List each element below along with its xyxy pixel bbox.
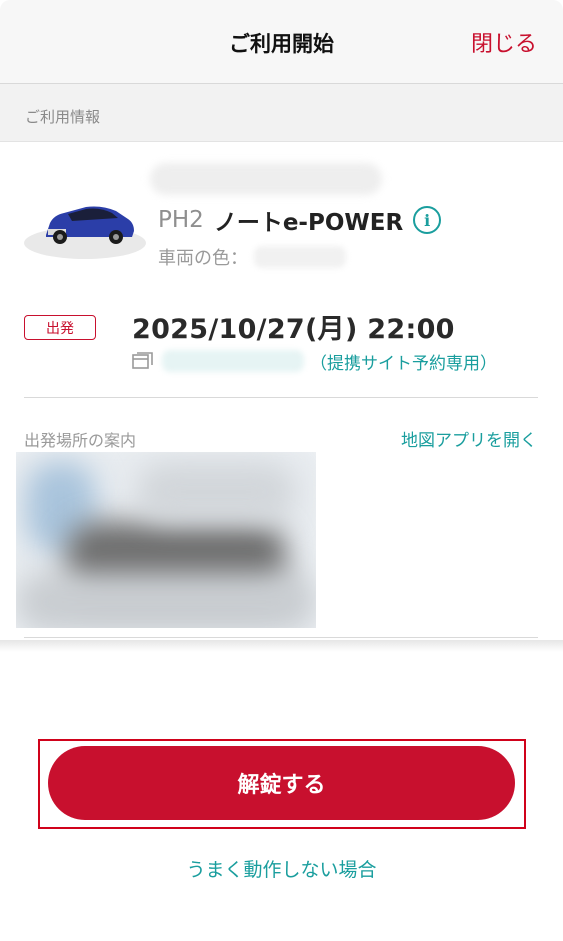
location-label: 出発場所の案内: [24, 431, 137, 450]
car-image: [24, 185, 146, 261]
unlock-button[interactable]: 解錠する: [48, 746, 515, 820]
info-icon[interactable]: i: [413, 206, 442, 234]
car-name: ノートe-POWER: [213, 210, 404, 236]
footer-shadow: [0, 640, 563, 652]
blurred-car-name: [150, 163, 382, 195]
departure-badge: 出発: [24, 315, 96, 340]
car-model: PH2 ノートe-POWER i: [158, 203, 442, 237]
car-color-label: 車両の色：: [158, 248, 248, 269]
section-header: ご利用情報: [0, 84, 563, 142]
section-label: ご利用情報: [25, 108, 101, 126]
car-color: 車両の色：: [158, 244, 346, 270]
location-photo: [16, 452, 316, 628]
document-icon: [132, 352, 154, 370]
blurred-car-color: [254, 246, 346, 268]
open-map-link[interactable]: 地図アプリを開く: [401, 426, 537, 451]
help-link[interactable]: うまく動作しない場合: [0, 855, 563, 882]
divider: [24, 637, 538, 638]
blurred-reservation-link[interactable]: [162, 350, 304, 372]
site-note: （提携サイト予約専用）: [310, 353, 497, 374]
reservation-site-row: （提携サイト予約専用）: [132, 348, 497, 374]
divider: [24, 397, 538, 398]
close-button[interactable]: 閉じる: [471, 26, 537, 58]
car-code: PH2: [158, 207, 204, 233]
modal-header: ご利用開始 閉じる: [0, 0, 563, 84]
departure-datetime: 2025/10/27(月) 22:00: [132, 314, 455, 345]
